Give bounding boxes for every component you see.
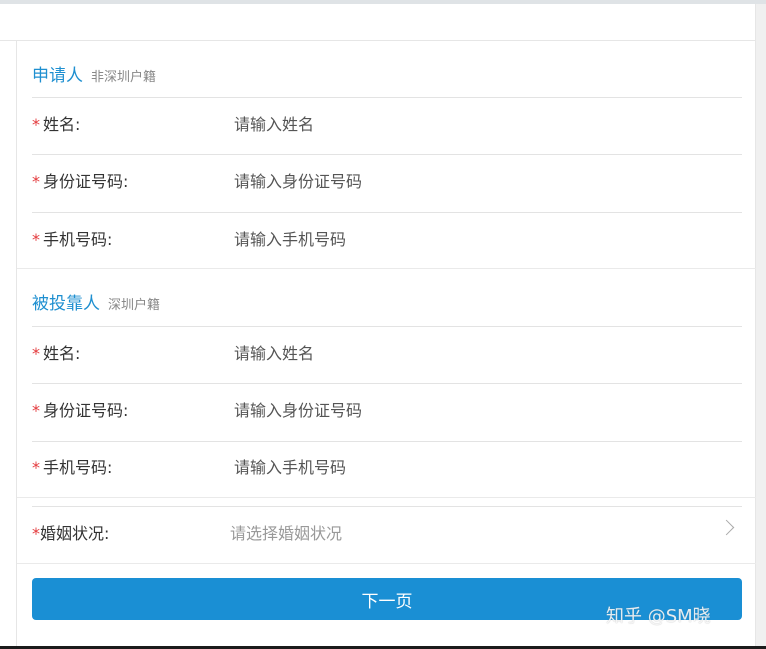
right-scroll-area[interactable] [755, 4, 766, 649]
sponsor-id-row[interactable]: * 身份证号码: 请输入身份证号码 [32, 397, 742, 421]
divider [32, 506, 742, 507]
applicant-phone-label: * 手机号码: [32, 226, 234, 250]
sponsor-subtitle: 深圳户籍 [108, 298, 161, 313]
field-label: 手机号码: [43, 230, 113, 249]
chevron-right-icon[interactable] [718, 519, 735, 536]
required-mark: * [32, 458, 40, 477]
section-separator [17, 268, 756, 269]
applicant-title: 申请人 [32, 66, 83, 86]
required-mark: * [32, 172, 40, 191]
divider [32, 212, 742, 213]
field-label: 姓名: [43, 344, 81, 363]
top-bar [0, 4, 766, 41]
sponsor-name-input[interactable]: 请输入姓名 [234, 340, 314, 364]
watermark: 知乎 @SM晓 [606, 606, 711, 627]
applicant-subtitle: 非深圳户籍 [91, 70, 157, 85]
divider [32, 441, 742, 442]
required-mark: * [32, 401, 40, 420]
divider [32, 383, 742, 384]
divider [32, 154, 742, 155]
left-border [16, 40, 17, 649]
marital-status-select[interactable]: *婚姻状况: 请选择婚姻状况 [32, 519, 742, 544]
field-label: 手机号码: [43, 458, 113, 477]
sponsor-phone-row[interactable]: * 手机号码: 请输入手机号码 [32, 454, 742, 478]
applicant-id-input[interactable]: 请输入身份证号码 [234, 168, 362, 192]
marital-status-value[interactable]: 请选择婚姻状况 [230, 520, 342, 544]
sponsor-name-label: * 姓名: [32, 340, 234, 364]
section-separator [17, 563, 756, 564]
sponsor-id-input[interactable]: 请输入身份证号码 [234, 397, 362, 421]
required-mark: * [32, 230, 40, 249]
sponsor-title: 被投靠人 [32, 294, 100, 314]
divider [32, 97, 742, 98]
required-mark: * [32, 344, 40, 363]
section-separator [17, 497, 756, 498]
required-mark: * [32, 115, 40, 134]
field-label: 婚姻状况: [40, 524, 110, 543]
field-label: 姓名: [43, 115, 81, 134]
sponsor-id-label: * 身份证号码: [32, 397, 234, 421]
sponsor-phone-input[interactable]: 请输入手机号码 [234, 454, 346, 478]
applicant-name-row[interactable]: * 姓名: 请输入姓名 [32, 111, 742, 135]
applicant-phone-row[interactable]: * 手机号码: 请输入手机号码 [32, 226, 742, 250]
applicant-id-label: * 身份证号码: [32, 168, 234, 192]
field-label: 身份证号码: [43, 172, 129, 191]
field-label: 身份证号码: [43, 401, 129, 420]
applicant-id-row[interactable]: * 身份证号码: 请输入身份证号码 [32, 168, 742, 192]
applicant-section-header: 申请人 非深圳户籍 [32, 61, 156, 86]
applicant-name-input[interactable]: 请输入姓名 [234, 111, 314, 135]
applicant-phone-input[interactable]: 请输入手机号码 [234, 226, 346, 250]
sponsor-name-row[interactable]: * 姓名: 请输入姓名 [32, 340, 742, 364]
sponsor-section-header: 被投靠人 深圳户籍 [32, 289, 160, 314]
marital-status-label: *婚姻状况: [32, 520, 230, 544]
required-mark: * [32, 524, 40, 543]
divider [32, 326, 742, 327]
sponsor-phone-label: * 手机号码: [32, 454, 234, 478]
applicant-name-label: * 姓名: [32, 111, 234, 135]
